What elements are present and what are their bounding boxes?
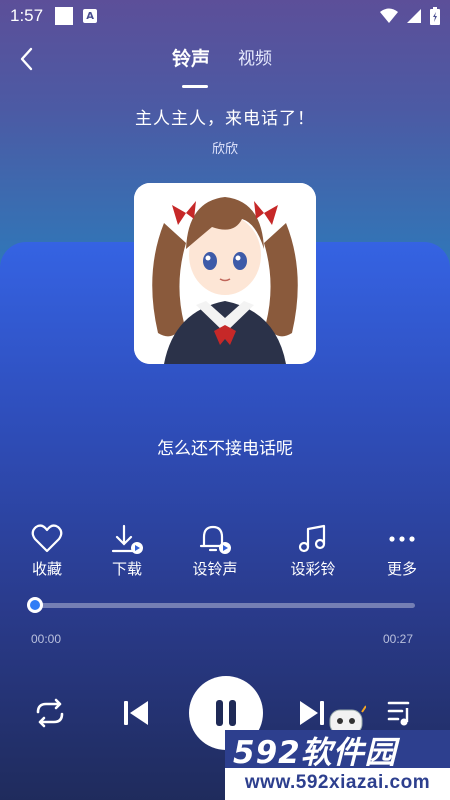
download-icon	[111, 524, 143, 554]
notification-square-icon	[55, 7, 74, 25]
battery-icon	[430, 7, 440, 25]
song-title: 主人主人，来电话了！	[135, 109, 315, 129]
next-track-icon[interactable]	[298, 700, 326, 726]
heart-icon	[31, 524, 63, 553]
tab-active-indicator	[182, 85, 208, 88]
watermark-logo: 592软件园 www.592xiazai.com	[225, 730, 450, 800]
status-icons	[380, 7, 440, 25]
status-time: 1:57	[10, 6, 44, 25]
back-arrow-icon[interactable]	[16, 46, 40, 72]
tab-ringtone[interactable]: 铃声	[172, 44, 210, 71]
set-caller-ringtone-button[interactable]: 设彩铃	[278, 524, 348, 579]
current-time: 00:00	[31, 632, 62, 646]
download-label: 下载	[111, 560, 142, 578]
download-button[interactable]: 下载	[92, 524, 162, 579]
more-label: 更多	[386, 560, 417, 578]
tab-video[interactable]: 视频	[238, 44, 272, 69]
status-bar: 1:57 A	[0, 0, 450, 32]
wifi-icon	[380, 8, 398, 23]
music-note-icon	[298, 524, 326, 553]
total-time: 00:27	[383, 632, 414, 646]
anime-girl-illustration	[134, 183, 316, 364]
header: 铃声 视频	[0, 40, 450, 88]
favorite-label: 收藏	[31, 560, 62, 578]
watermark-url: www.592xiazai.com	[244, 772, 431, 793]
progress-track[interactable]	[35, 603, 415, 608]
a-notification-icon: A	[83, 9, 98, 23]
action-row: 收藏 下载 设铃声 设彩铃 更多	[0, 524, 450, 584]
pause-icon	[216, 700, 236, 726]
bell-icon	[199, 525, 231, 554]
progress-slider[interactable]	[27, 597, 415, 613]
set-caller-ringtone-label: 设彩铃	[290, 560, 336, 578]
repeat-icon[interactable]	[32, 698, 68, 728]
artist-name: 欣欣	[211, 142, 238, 157]
lyric-line: 怎么还不接电话呢	[157, 439, 293, 459]
more-icon	[389, 536, 415, 542]
cover-art	[134, 183, 316, 364]
set-ringtone-label: 设铃声	[192, 560, 238, 578]
set-ringtone-button[interactable]: 设铃声	[180, 524, 250, 579]
favorite-button[interactable]: 收藏	[12, 524, 82, 579]
progress-knob[interactable]	[27, 597, 43, 613]
more-button[interactable]: 更多	[367, 524, 437, 579]
signal-icon	[407, 9, 421, 23]
previous-track-icon[interactable]	[122, 700, 150, 726]
watermark-brand: 592软件园	[225, 730, 450, 771]
playlist-icon[interactable]	[386, 698, 416, 728]
